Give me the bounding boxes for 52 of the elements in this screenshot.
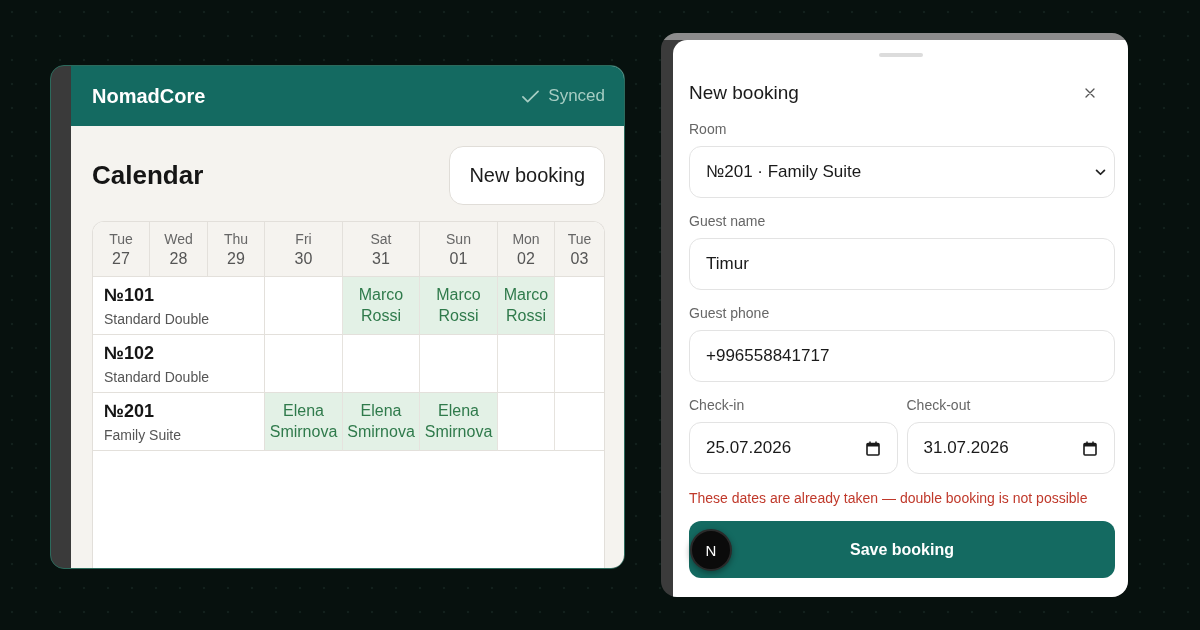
weekday-label: Tue (567, 230, 592, 247)
date-label: 01 (449, 249, 468, 268)
date-label: 31 (372, 249, 390, 268)
date-field[interactable]: 31.07.2026 (906, 422, 1115, 474)
weekday-label: Fri (295, 230, 312, 247)
field-label: Guest name (689, 213, 767, 230)
calendar-cell[interactable] (498, 393, 555, 451)
room-number: №101 (104, 284, 156, 306)
weekday-label: Tue (109, 230, 133, 247)
text-field[interactable]: +996558841717 (689, 330, 1115, 382)
field-label: Guest phone (689, 305, 771, 322)
drag-handle[interactable] (878, 53, 923, 57)
field-label: Check-in (689, 397, 746, 414)
booking-cell[interactable]: Marco Rossi (343, 277, 420, 335)
date-label: 30 (294, 249, 313, 268)
room-type: Standard Double (104, 368, 211, 385)
sheet-title: New booking (689, 82, 799, 104)
booking-cell[interactable]: Elena Smirnova (420, 393, 498, 451)
booking-cell[interactable]: Elena Smirnova (265, 393, 343, 451)
date-label: 02 (517, 249, 535, 268)
room-select[interactable]: №201 · Family Suite (689, 146, 1115, 198)
close-button[interactable] (1085, 88, 1095, 98)
chevron-down-icon (1095, 168, 1106, 176)
weekday-label: Wed (164, 230, 193, 247)
brand-name: NomadCore (92, 84, 206, 108)
booking-cell[interactable]: Marco Rossi (420, 277, 498, 335)
field-label: Check-out (906, 397, 972, 414)
room-number: №102 (104, 342, 156, 364)
page-title: Calendar (92, 160, 204, 191)
text-field[interactable]: Timur (689, 238, 1115, 290)
weekday-label: Sat (370, 230, 392, 247)
date-label: 27 (112, 249, 130, 268)
weekday-label: Mon (512, 230, 540, 247)
field-label: Room (689, 121, 728, 138)
date-label: 28 (169, 249, 188, 268)
weekday-label: Sun (446, 230, 471, 247)
date-field[interactable]: 25.07.2026 (689, 422, 898, 474)
date-label: 03 (570, 249, 589, 268)
close-icon (1085, 88, 1095, 98)
weekday-label: Thu (223, 230, 249, 247)
calendar-icon (865, 440, 880, 456)
room-type: Family Suite (104, 426, 183, 443)
new-booking-button[interactable]: New booking (449, 146, 605, 205)
calendar-icon (1083, 440, 1097, 456)
booking-cell[interactable]: Marco Rossi (498, 277, 555, 335)
calendar-cell[interactable] (498, 335, 555, 393)
error-message: These dates are already taken — double booking is not possible (689, 489, 1089, 507)
room-type: Standard Double (104, 310, 211, 327)
date-label: 29 (227, 249, 245, 268)
room-number: №201 (104, 400, 156, 422)
sync-status: Synced (548, 86, 605, 106)
booking-cell[interactable]: Elena Smirnova (343, 393, 420, 451)
